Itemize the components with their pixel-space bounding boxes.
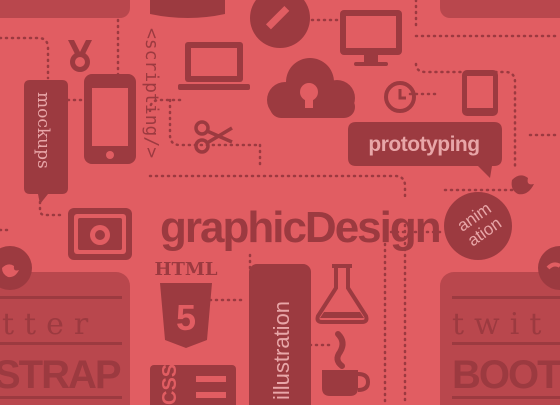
css-label: CSS [159,364,181,405]
monitor-icon [340,10,402,66]
illustration-badge: illustration [249,264,311,405]
pencil-icon [250,0,310,48]
bootstrap-tile-left: tter STRAP [0,246,130,405]
twitter-label-left: tter [2,307,98,342]
mockups-badge: mockups [24,80,68,204]
twitter-label-right: twit [452,307,551,342]
bootstrap-label-left: STRAP [0,353,121,397]
medal-icon [68,40,92,72]
pattern-artwork: <scripting/> mockups prototyping graphic… [0,0,560,405]
tablet-icon [462,70,498,116]
css3-shield-icon: CSS [150,364,236,405]
shield-top-icon [150,0,225,18]
coffee-cup-icon [322,331,371,396]
graphic-design-label: graphicDesign [160,203,440,252]
animation-badge: anim ation [444,192,512,260]
bootstrap-tile-right: twit BOOTS [440,246,560,405]
html-number: 5 [176,297,196,338]
tile-top-right [440,0,560,18]
smartphone-icon [84,74,136,164]
laptop-icon [178,42,250,90]
bootstrap-label-right: BOOTS [452,353,560,397]
cloud-bulb-icon [267,58,355,118]
html-label: HTML [155,259,218,280]
clock-icon [384,81,416,113]
prototyping-badge: prototyping [348,122,502,178]
tile-top-left [0,0,130,18]
camera-icon [68,208,132,260]
html5-shield-icon: HTML 5 [155,259,218,348]
flask-icon [315,264,369,324]
illustration-label: illustration [269,301,294,400]
scissors-icon [194,120,233,154]
scripting-label: <scripting/> [141,28,162,158]
mockups-label: mockups [33,92,53,169]
pattern-background: <scripting/> mockups prototyping graphic… [0,0,560,405]
prototyping-label: prototyping [368,133,479,156]
bird-icon [511,175,534,195]
